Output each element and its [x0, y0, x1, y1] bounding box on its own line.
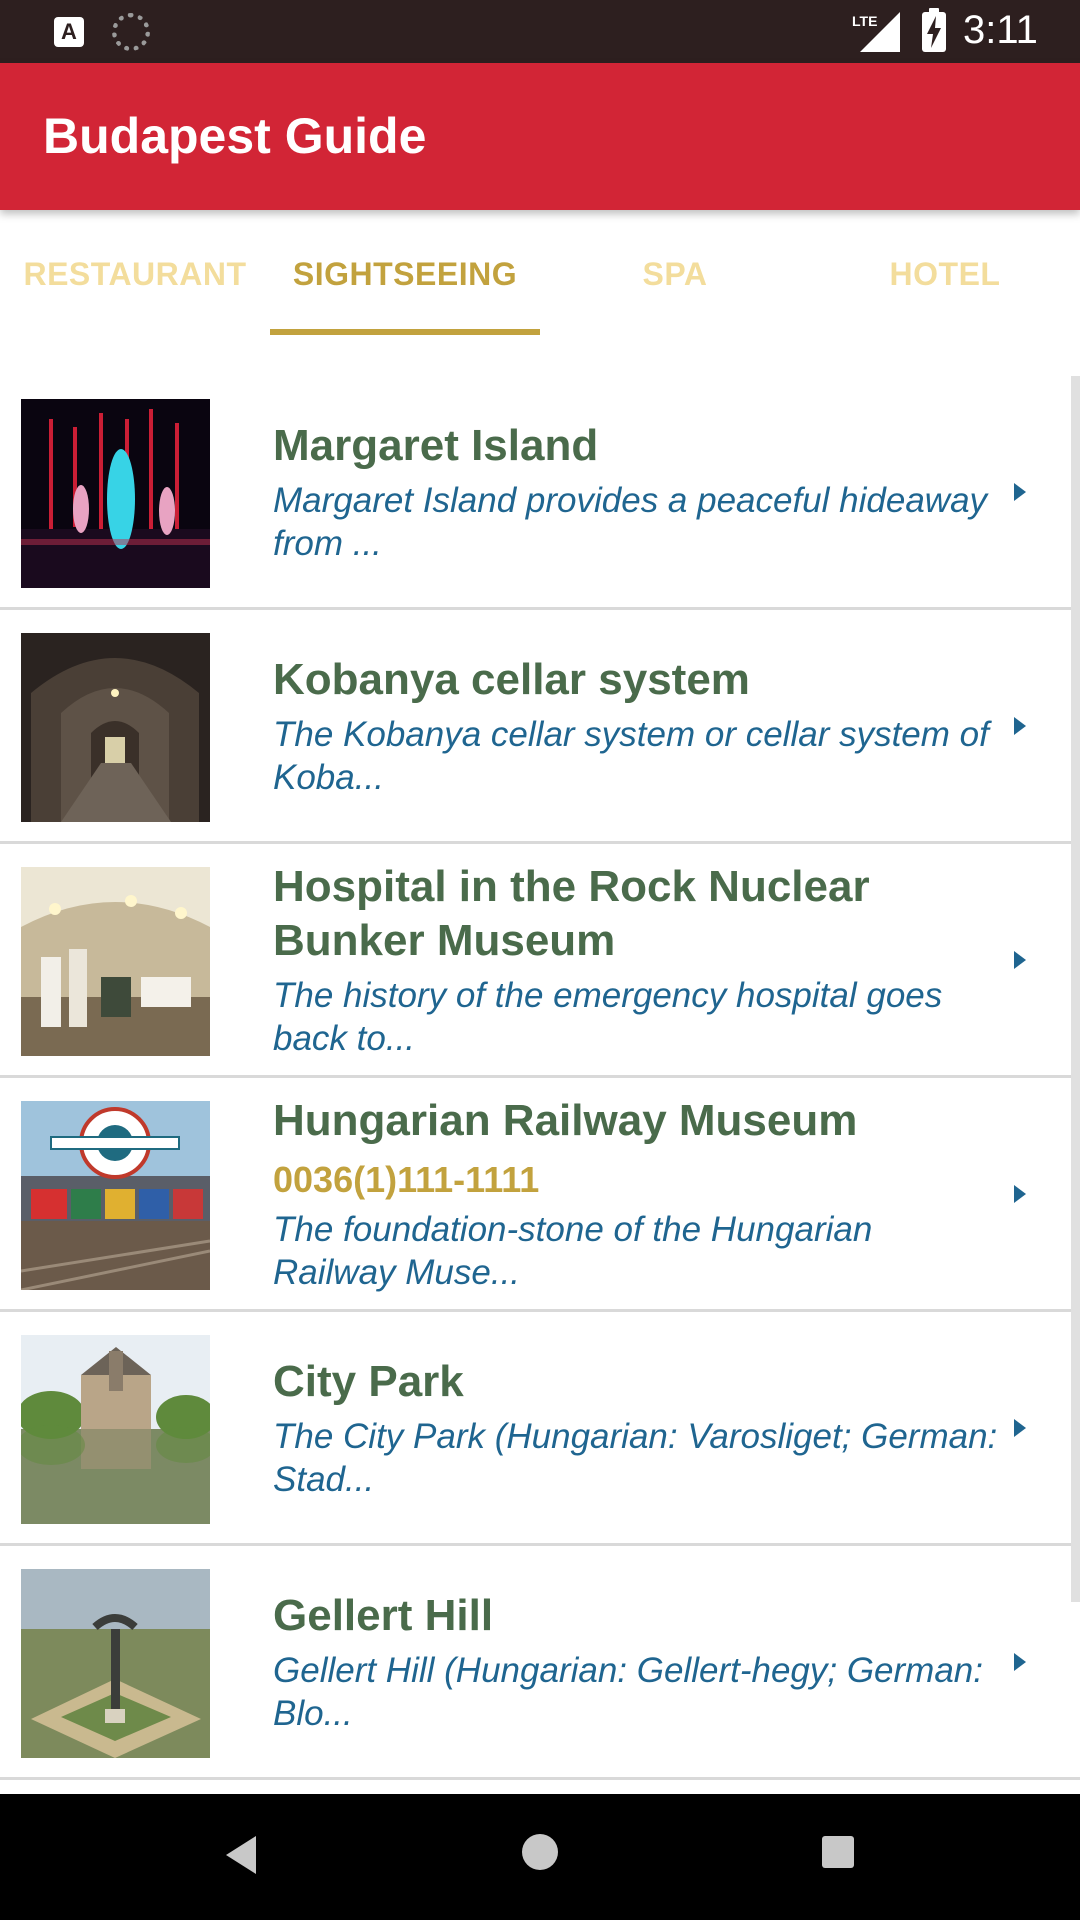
item-thumbnail	[21, 1569, 210, 1758]
item-thumbnail	[21, 1335, 210, 1524]
chevron-right-icon	[1014, 1185, 1026, 1203]
list-item[interactable]: Hospital in the Rock Nuclear Bunker Muse…	[0, 844, 1080, 1078]
tab-sightseeing[interactable]: SIGHTSEEING	[270, 210, 540, 335]
sight-list: Margaret Island Margaret Island provides…	[0, 376, 1080, 1780]
tab-bar: RESTAURANT SIGHTSEEING SPA HOTEL	[0, 210, 1080, 335]
system-nav-bar	[0, 1794, 1080, 1920]
battery-charging-icon	[922, 8, 946, 52]
app-title: Budapest Guide	[43, 108, 427, 164]
svg-text:LTE: LTE	[852, 13, 877, 29]
status-time: 3:11	[963, 8, 1038, 52]
item-description: The Kobanya cellar system or cellar syst…	[273, 714, 989, 797]
chevron-right-icon	[1014, 1419, 1026, 1437]
item-description: The foundation-stone of the Hungarian Ra…	[273, 1209, 873, 1292]
item-title: Gellert Hill	[273, 1590, 494, 1640]
item-description: Gellert Hill (Hungarian: Gellert-hegy; G…	[273, 1650, 983, 1733]
chevron-right-icon	[1014, 951, 1026, 969]
item-title: City Park	[273, 1356, 464, 1406]
loading-spinner-icon	[112, 13, 150, 51]
chevron-right-icon	[1014, 483, 1026, 501]
item-description: The City Park (Hungarian: Varosliget; Ge…	[273, 1416, 998, 1499]
item-title: Hospital in the Rock Nuclear Bunker Muse…	[273, 861, 870, 965]
item-title: Margaret Island	[273, 420, 599, 470]
recents-icon[interactable]	[822, 1836, 854, 1868]
chevron-right-icon	[1014, 717, 1026, 735]
item-title: Hungarian Railway Museum	[273, 1095, 858, 1145]
tab-hotel[interactable]: HOTEL	[810, 210, 1080, 335]
scrollbar[interactable]	[1071, 376, 1080, 1602]
back-icon[interactable]	[226, 1836, 256, 1874]
home-icon[interactable]	[522, 1834, 558, 1870]
item-description: Margaret Island provides a peaceful hide…	[273, 480, 988, 563]
list-item[interactable]: Margaret Island Margaret Island provides…	[0, 376, 1080, 610]
tab-indicator	[270, 329, 540, 335]
tab-restaurant[interactable]: RESTAURANT	[0, 210, 270, 335]
list-item[interactable]: Gellert Hill Gellert Hill (Hungarian: Ge…	[0, 1546, 1080, 1780]
chevron-right-icon	[1014, 1653, 1026, 1671]
list-item[interactable]: City Park The City Park (Hungarian: Varo…	[0, 1312, 1080, 1546]
item-thumbnail	[21, 399, 210, 588]
app-bar: Budapest Guide	[0, 63, 1080, 210]
item-description: The history of the emergency hospital go…	[273, 975, 943, 1058]
status-bar: A LTE 3:11	[0, 0, 1080, 63]
list-item[interactable]: Kobanya cellar system The Kobanya cellar…	[0, 610, 1080, 844]
item-thumbnail	[21, 867, 210, 1056]
list-item[interactable]: Hungarian Railway Museum 0036(1)111-1111…	[0, 1078, 1080, 1312]
lte-signal-icon: LTE	[852, 12, 900, 52]
tab-spa[interactable]: SPA	[540, 210, 810, 335]
item-thumbnail	[21, 1101, 210, 1290]
item-title: Kobanya cellar system	[273, 654, 750, 704]
item-thumbnail	[21, 633, 210, 822]
app-a-icon: A	[54, 17, 84, 47]
item-phone[interactable]: 0036(1)111-1111	[273, 1158, 1003, 1202]
